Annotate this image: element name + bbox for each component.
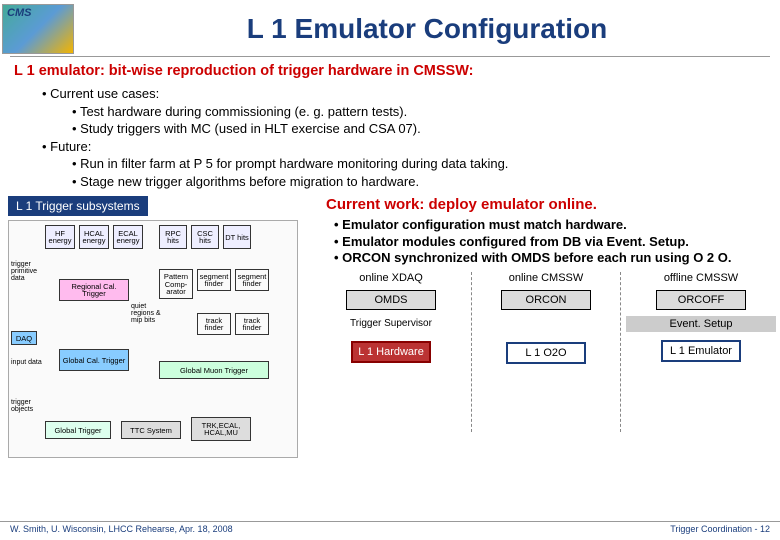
page-number: 12	[760, 524, 770, 534]
current-work-bullets: Emulator configuration must match hardwa…	[316, 217, 772, 266]
col1-header: online XDAQ	[316, 272, 466, 284]
subtitle: L 1 emulator: bit-wise reproduction of t…	[0, 63, 780, 85]
current-work-title: Current work: deploy emulator online.	[316, 194, 772, 217]
box-trk1: track finder	[197, 313, 231, 335]
col2-header: online CMSSW	[472, 272, 620, 284]
box-patcomp: Pattern Comp- arator	[159, 269, 193, 299]
box-csc: CSC hits	[191, 225, 219, 249]
cms-logo	[2, 4, 74, 54]
flow-diagram: online XDAQ OMDS Trigger Supervisor L 1 …	[316, 272, 772, 442]
box-trkecal: TRK,ECAL, HCAL,MU	[191, 417, 251, 441]
box-l1o2o: L 1 O2O	[506, 342, 586, 364]
bullet-future: Future:	[42, 138, 766, 156]
box-rpc: RPC hits	[159, 225, 187, 249]
left-banner: L 1 Trigger subsystems	[8, 196, 148, 216]
trigger-diagram: HF energy HCAL energy ECAL energy RPC hi…	[8, 220, 298, 458]
box-trk2: track finder	[235, 313, 269, 335]
bullet-list: Current use cases: Test hardware during …	[0, 85, 780, 194]
box-ecal: ECAL energy	[113, 225, 143, 249]
footer: W. Smith, U. Wisconsin, LHCC Rehearse, A…	[0, 521, 780, 536]
bullet-test-hw: Test hardware during commissioning (e. g…	[42, 103, 766, 121]
box-rct: Regional Cal. Trigger	[59, 279, 129, 301]
box-daq: DAQ	[11, 331, 37, 345]
cw-b3: ORCON synchronized with OMDS before each…	[334, 250, 772, 266]
label-trigobj: trigger objects	[11, 399, 43, 413]
box-orcon: ORCON	[501, 290, 591, 310]
box-l1emu: L 1 Emulator	[661, 340, 741, 362]
label-input: input data	[11, 359, 43, 366]
slide-title: L 1 Emulator Configuration	[84, 13, 770, 45]
box-evsetup: Event. Setup	[626, 316, 776, 332]
box-ttc: TTC System	[121, 421, 181, 439]
box-omds: OMDS	[346, 290, 436, 310]
box-hf: HF energy	[45, 225, 75, 249]
footer-left: W. Smith, U. Wisconsin, LHCC Rehearse, A…	[10, 524, 233, 534]
cw-b2: Emulator modules configured from DB via …	[334, 234, 772, 250]
bullet-current: Current use cases:	[42, 85, 766, 103]
cw-b1: Emulator configuration must match hardwa…	[334, 217, 772, 233]
bullet-filter-farm: Run in filter farm at P 5 for prompt har…	[42, 155, 766, 173]
box-hcal: HCAL energy	[79, 225, 109, 249]
box-seg1: segment finder	[197, 269, 231, 291]
box-orcoff: ORCOFF	[656, 290, 746, 310]
label-quiet: quiet regions & mip bits	[131, 303, 167, 324]
footer-right: Trigger Coordination -	[670, 524, 760, 534]
bullet-study-mc: Study triggers with MC (used in HLT exer…	[42, 120, 766, 138]
title-divider	[10, 56, 770, 57]
box-l1hw: L 1 Hardware	[351, 341, 431, 363]
box-seg2: segment finder	[235, 269, 269, 291]
box-gct: Global Cal. Trigger	[59, 349, 129, 371]
box-dt: DT hits	[223, 225, 251, 249]
bullet-stage-alg: Stage new trigger algorithms before migr…	[42, 173, 766, 191]
box-gmt: Global Muon Trigger	[159, 361, 269, 379]
box-gt: Global Trigger	[45, 421, 111, 439]
box-trigsup: Trigger Supervisor	[316, 318, 466, 329]
label-tpd: trigger primitive data	[11, 261, 43, 282]
col3-header: offline CMSSW	[626, 272, 776, 284]
